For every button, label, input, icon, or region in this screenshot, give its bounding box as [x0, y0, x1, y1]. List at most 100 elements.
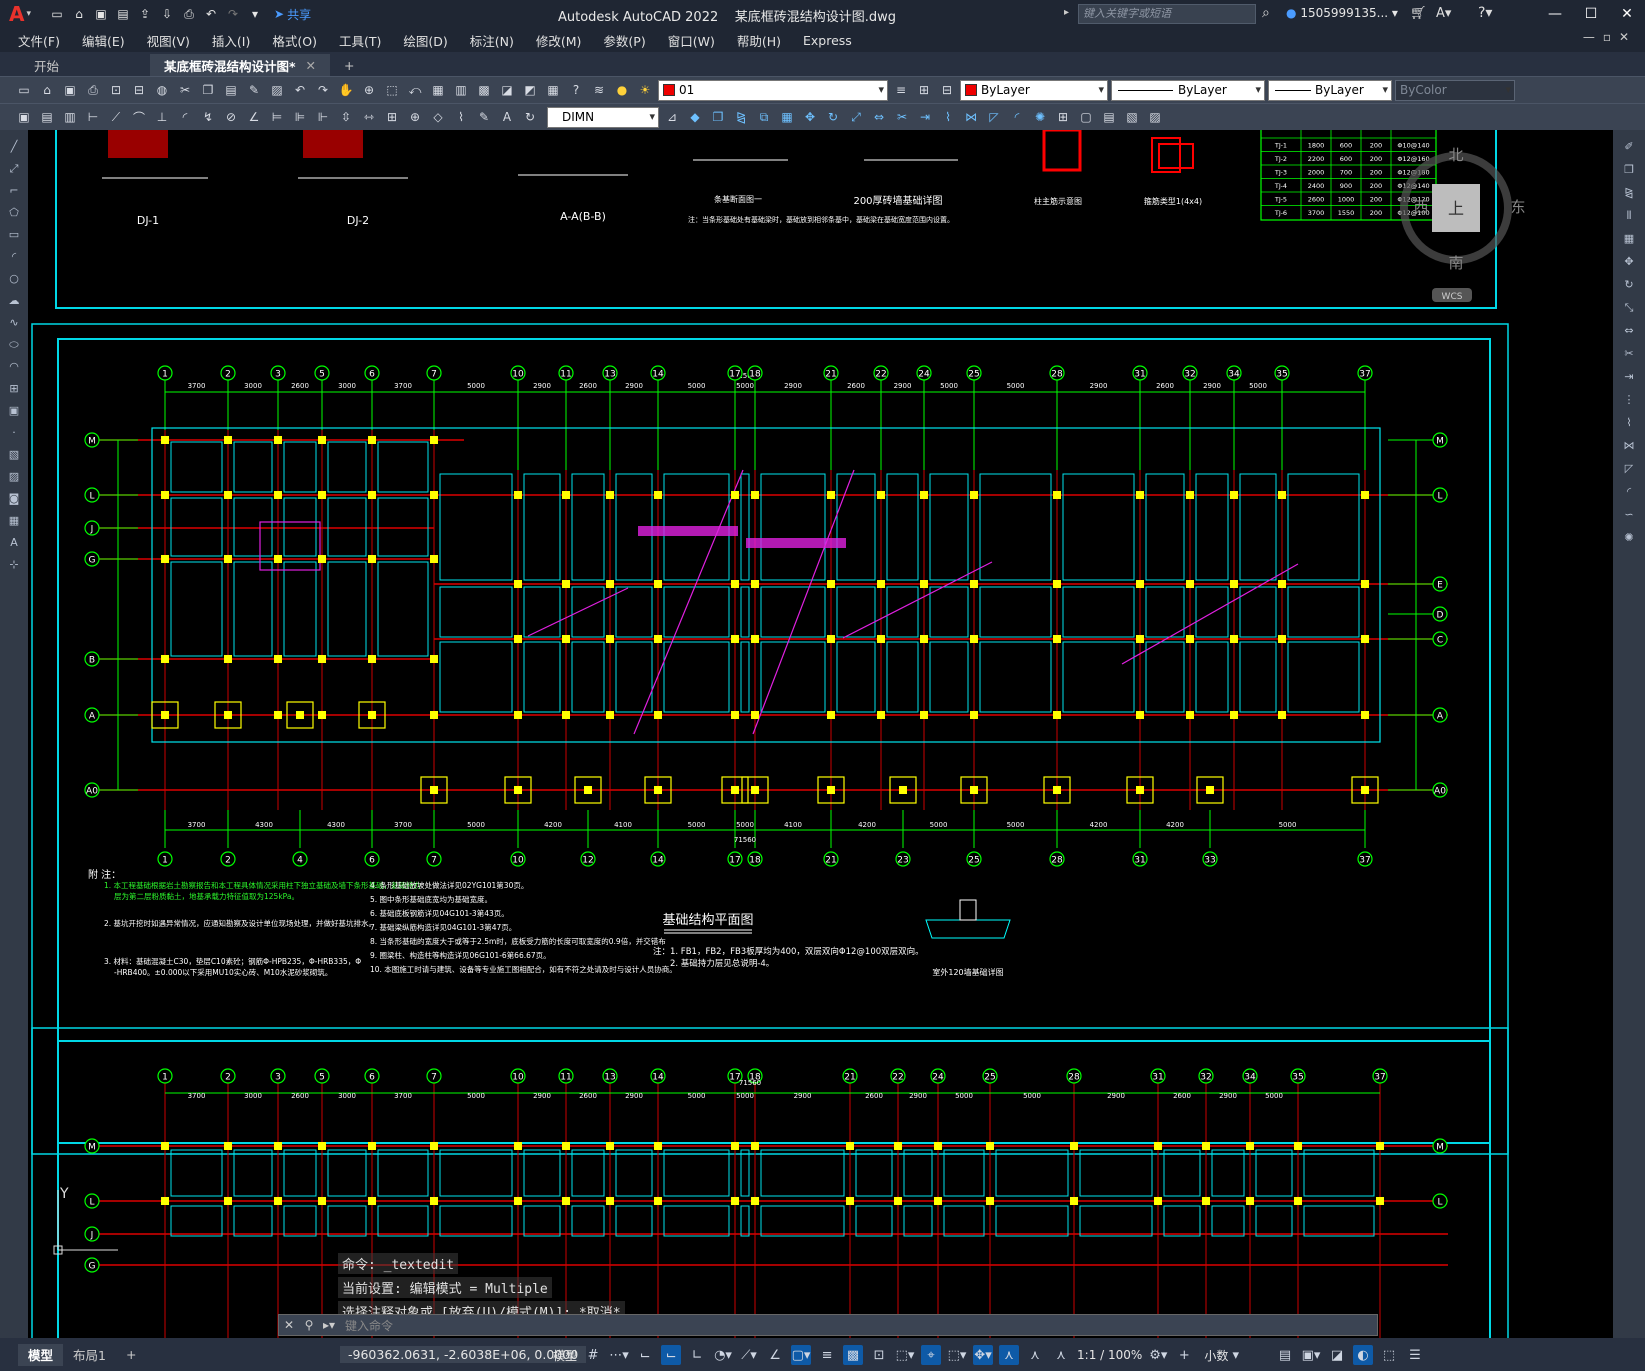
snap-icon[interactable]: ⋯▾	[609, 1345, 629, 1365]
spline-icon[interactable]: ∿	[5, 316, 23, 331]
hatch-icon[interactable]: ▧	[5, 448, 23, 463]
calculator-icon[interactable]: ▦	[543, 80, 563, 100]
clean-screen-icon[interactable]: ⬚	[1379, 1345, 1399, 1365]
help-icon[interactable]: ?	[566, 80, 586, 100]
linear-dimension-icon[interactable]: ⊢	[83, 107, 103, 127]
user-account[interactable]: ● 1505999135... ▾	[1286, 6, 1398, 20]
object-snap-icon[interactable]: ▢▾	[791, 1345, 812, 1365]
menu-format[interactable]: 格式(O)	[261, 31, 328, 50]
open-web-icon[interactable]: ⇪	[136, 5, 154, 23]
units-dropdown[interactable]: 小数 ▾	[1200, 1345, 1243, 1365]
modify-chamfer-icon[interactable]: ◸	[984, 107, 1004, 127]
open-icon[interactable]: ⌂	[37, 80, 57, 100]
search-icon[interactable]: ⌕	[1262, 5, 1270, 21]
menu-edit[interactable]: 编辑(E)	[71, 31, 136, 50]
insert-block-icon[interactable]: ⊞	[1053, 107, 1073, 127]
markup-icon[interactable]: ◩	[520, 80, 540, 100]
customize-qat-icon[interactable]: ▾	[246, 5, 264, 23]
dynamic-input-icon[interactable]: ⌙	[661, 1345, 682, 1365]
isodraft-icon[interactable]: ⟋▾	[739, 1345, 759, 1365]
match-properties-icon[interactable]: ✎	[244, 80, 264, 100]
ellipse-icon[interactable]: ⬭	[5, 338, 23, 353]
customize-command-icon[interactable]: ⚲	[299, 1318, 319, 1332]
make-block-icon[interactable]: ▣	[5, 404, 23, 419]
print-icon[interactable]: ⎙	[83, 80, 103, 100]
grid-icon[interactable]: #	[583, 1345, 603, 1365]
pan-icon[interactable]: ✋	[336, 80, 356, 100]
undo-icon[interactable]: ↶	[290, 80, 310, 100]
tolerance-icon[interactable]: ⊞	[382, 107, 402, 127]
sheet-set-icon[interactable]: ◪	[497, 80, 517, 100]
layer-properties-icon[interactable]: ≋	[589, 80, 609, 100]
coordinate-readout[interactable]: -960362.0631, -2.6038E+06, 0.0000	[340, 1346, 587, 1363]
arc-icon[interactable]: ◜	[5, 250, 23, 265]
paste-icon[interactable]: ▤	[221, 80, 241, 100]
command-input[interactable]: 键入命令	[345, 1317, 393, 1334]
copy-icon[interactable]: ❐	[198, 80, 218, 100]
point-icon[interactable]: ·	[5, 426, 23, 441]
layer-on-icon[interactable]: ●	[612, 80, 632, 100]
menu-file[interactable]: 文件(F)	[0, 31, 71, 50]
erase-icon[interactable]: ✐	[1620, 140, 1638, 154]
customization-icon[interactable]: ☰	[1405, 1345, 1425, 1365]
ordinate-dimension-icon[interactable]: ⊥	[152, 107, 172, 127]
auto-scale-icon[interactable]: ⋏	[1025, 1345, 1045, 1365]
annotation-scale[interactable]: 1:1 / 100%	[1077, 1348, 1142, 1362]
hatch-icon[interactable]: ▧	[1122, 107, 1142, 127]
mtext-icon[interactable]: A	[5, 536, 23, 551]
minimize-button[interactable]: —	[1537, 0, 1573, 28]
menu-express[interactable]: Express	[792, 33, 863, 48]
cut-icon[interactable]: ✂	[175, 80, 195, 100]
arc-length-icon[interactable]: ⌒	[129, 107, 149, 127]
save-web-icon[interactable]: ⇩	[158, 5, 176, 23]
move-icon[interactable]: ✥	[1620, 255, 1638, 269]
dimension-edit-icon[interactable]: ✎	[474, 107, 494, 127]
viewcube-west-label[interactable]: 西	[1413, 198, 1428, 216]
plotstyle-dropdown[interactable]: ByColor	[1395, 79, 1515, 101]
print-preview-icon[interactable]: ⊡	[106, 80, 126, 100]
tab-model[interactable]: 模型	[18, 1343, 64, 1366]
gradient-icon[interactable]: ▨	[1145, 107, 1165, 127]
dimension-update-icon[interactable]: ↻	[520, 107, 540, 127]
mirror-icon[interactable]: ⧎	[1620, 186, 1638, 200]
modify-move-icon[interactable]: ✥	[800, 107, 820, 127]
modify-mirror-icon[interactable]: ⧎	[731, 107, 751, 127]
break-icon[interactable]: ⌇	[1620, 416, 1638, 430]
tab-start[interactable]: 开始	[0, 54, 150, 76]
polar-tracking-icon[interactable]: ◔▾	[713, 1345, 733, 1365]
ellipse-arc-icon[interactable]: ◠	[5, 360, 23, 375]
quick-properties-icon[interactable]: ▤	[1275, 1345, 1295, 1365]
viewcube[interactable]: 上 北 南 东 西 WCS	[1400, 146, 1526, 302]
array-icon[interactable]: ▦	[1620, 232, 1638, 246]
explode-icon[interactable]: ✺	[1620, 531, 1638, 545]
baseline-dimension-icon[interactable]: ⊫	[290, 107, 310, 127]
dimension-space-icon[interactable]: ⇳	[336, 107, 356, 127]
modify-array-icon[interactable]: ▦	[777, 107, 797, 127]
modify-rotate-icon[interactable]: ↻	[823, 107, 843, 127]
viewcube-east-label[interactable]: 东	[1510, 198, 1525, 216]
dimension-style-dropdown[interactable]: DIMN	[547, 106, 659, 128]
modify-stretch-icon[interactable]: ⇔	[869, 107, 889, 127]
save-icon[interactable]: ▣	[60, 80, 80, 100]
angular-dimension-icon[interactable]: ∠	[244, 107, 264, 127]
polyline-icon[interactable]: ⌐	[5, 184, 23, 199]
undo-icon[interactable]: ↶	[202, 5, 220, 23]
web-icon[interactable]: ◍	[152, 80, 172, 100]
zoom-window-icon[interactable]: ⬚	[382, 80, 402, 100]
quick-dimension-icon[interactable]: ⊨	[267, 107, 287, 127]
cart-icon[interactable]: 🛒︎	[1410, 6, 1427, 21]
jogged-dimension-icon[interactable]: ↯	[198, 107, 218, 127]
offset-icon[interactable]: ⫴	[1620, 209, 1638, 223]
layer-state-icon[interactable]: ⊟	[937, 80, 957, 100]
stretch-icon[interactable]: ⇔	[1620, 324, 1638, 338]
dimension-break-icon[interactable]: ⇿	[359, 107, 379, 127]
jogged-linear-icon[interactable]: ⌇	[451, 107, 471, 127]
maximize-button[interactable]: ☐	[1573, 0, 1609, 28]
tool-palettes-icon[interactable]: ▩	[474, 80, 494, 100]
make-block-icon[interactable]: ▢	[1076, 107, 1096, 127]
viewcube-north-label[interactable]: 北	[1448, 146, 1463, 164]
table-icon[interactable]: ▦	[5, 514, 23, 529]
chamfer-icon[interactable]: ◸	[1620, 462, 1638, 476]
dim-tool-3-icon[interactable]: ▥	[60, 107, 80, 127]
rectangle-icon[interactable]: ▭	[5, 228, 23, 243]
